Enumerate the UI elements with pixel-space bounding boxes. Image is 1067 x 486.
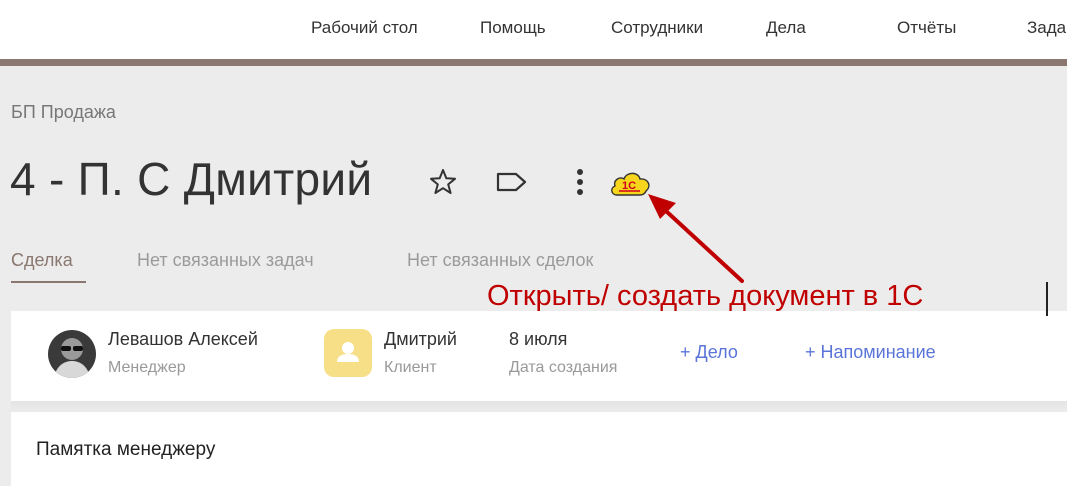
annotation-arrow [648, 194, 744, 283]
text-caret [1046, 282, 1048, 316]
annotation-text: Открыть/ создать документ в 1С [487, 280, 924, 312]
